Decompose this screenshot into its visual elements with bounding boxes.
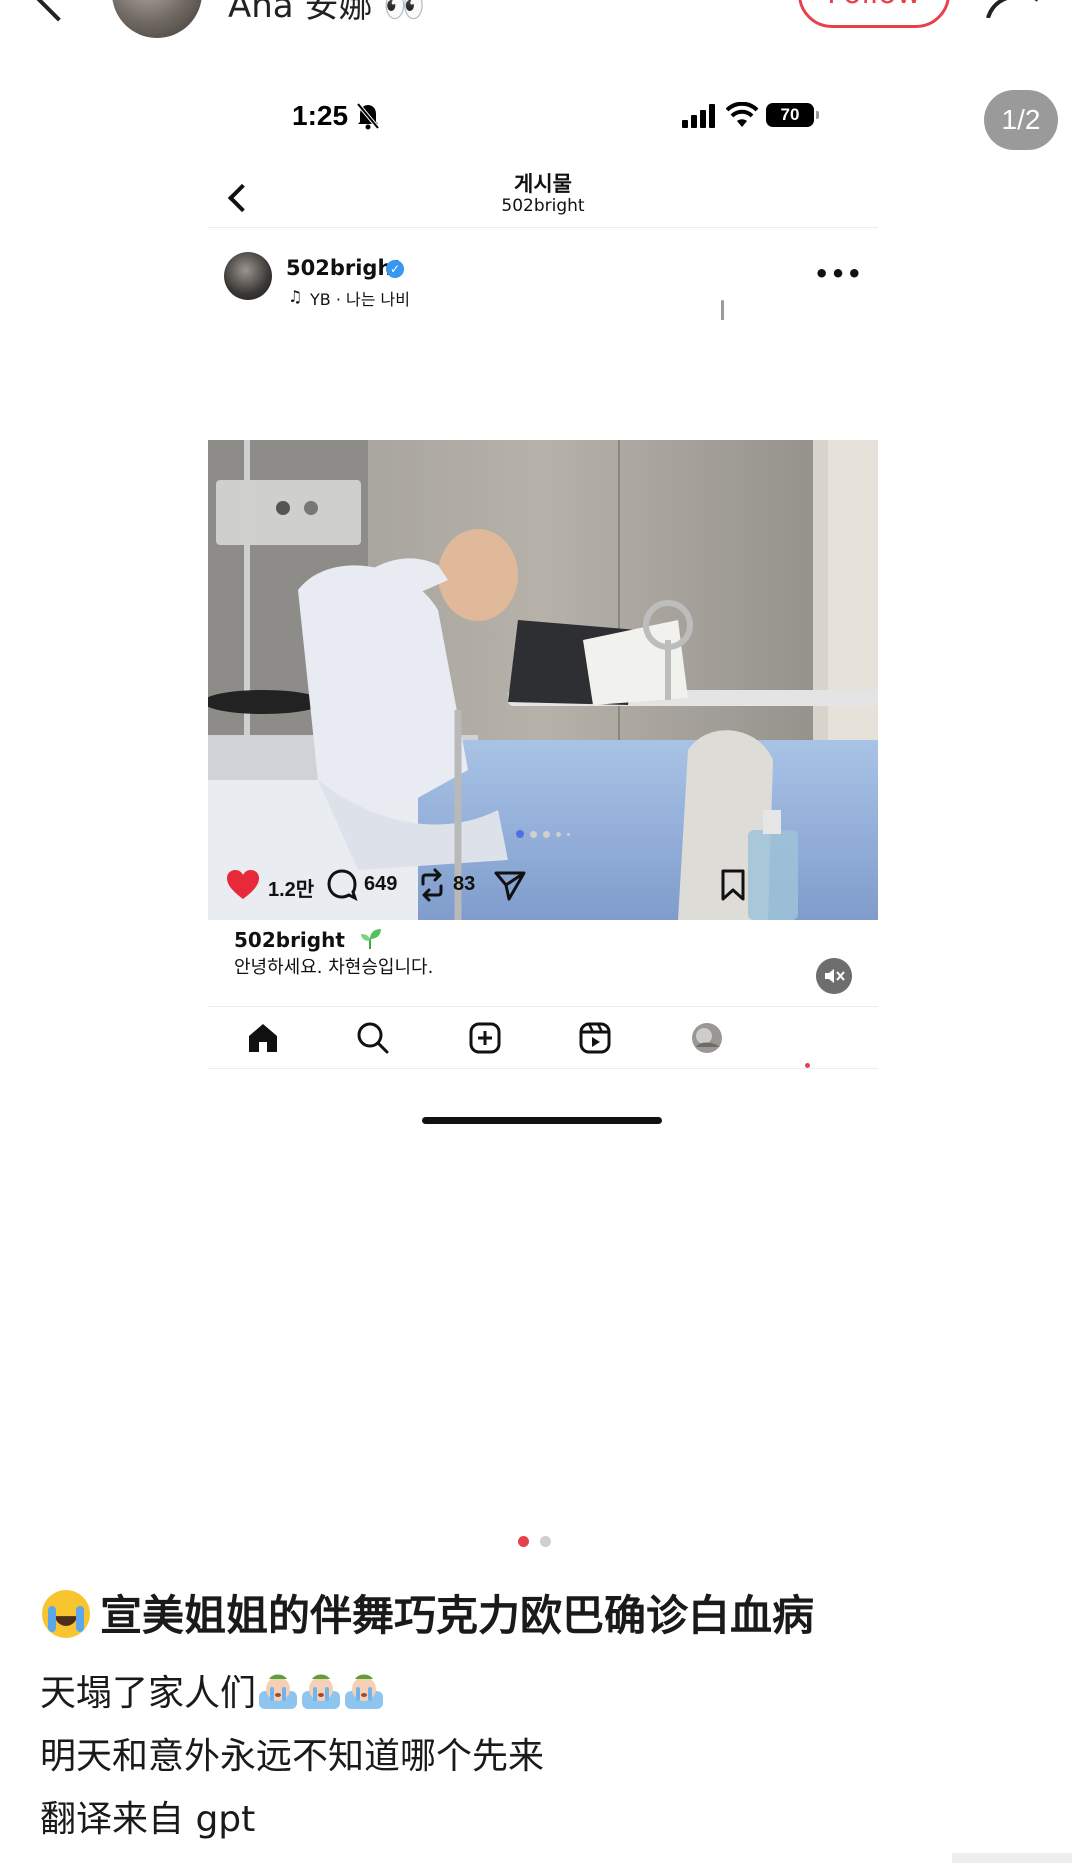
image-dot[interactable] (540, 1536, 551, 1547)
carousel-dot[interactable] (556, 831, 561, 837)
send-icon[interactable] (494, 868, 526, 902)
more-icon[interactable]: ••• (814, 260, 863, 288)
home-indicator (422, 1117, 662, 1124)
post-title: 宣美姐姐的伴舞巧克力欧巴确诊白血病 (42, 1582, 814, 1643)
caption-username[interactable]: 502bright (234, 928, 345, 952)
user-name[interactable]: Ana 安娜 👀 (228, 0, 426, 27)
home-icon[interactable] (246, 1021, 280, 1055)
post-line-3: 翻译来自 gpt (40, 1799, 256, 1840)
carousel-dot[interactable] (567, 832, 570, 836)
bookmark-icon[interactable] (720, 868, 746, 902)
post-line-2: 明天和意外永远不知道哪个先来 (40, 1736, 545, 1777)
profile-avatar-icon[interactable] (690, 1021, 724, 1055)
carousel-dot[interactable] (530, 830, 537, 838)
crying-sticker-icon (302, 1674, 341, 1709)
header-subtitle: 502bright (501, 196, 585, 216)
search-icon[interactable] (356, 1021, 390, 1055)
post-line-1-text: 天塌了家人们 (40, 1673, 257, 1714)
post-title-text: 宣美姐姐的伴舞巧克力欧巴确诊白血病 (100, 1591, 815, 1640)
header-title: 게시물 (514, 172, 572, 196)
watermark (952, 1853, 1072, 1863)
author-row: 502bright ✓ ♫ YB · 나는 나비 ••• (208, 250, 878, 320)
signal-icon (682, 104, 715, 128)
share-icon[interactable] (984, 0, 1040, 18)
sprout-icon (361, 929, 381, 949)
wifi-icon (726, 102, 758, 127)
music-note-icon: ♫ (288, 287, 303, 306)
carousel-dot-active[interactable] (516, 830, 524, 838)
mute-icon[interactable] (816, 958, 852, 994)
repost-icon[interactable] (418, 868, 446, 902)
music-label[interactable]: YB · 나는 나비 (310, 286, 410, 310)
avatar[interactable] (112, 0, 202, 38)
embedded-screenshot: 1:25 70 게시물 502bright 502bright ✓ ♫ YB ·… (208, 60, 878, 1570)
page-indicator: 1/2 (984, 90, 1058, 150)
repost-count: 83 (453, 873, 476, 895)
status-time: 1:25 (292, 100, 349, 131)
post-header: 게시물 502bright (208, 160, 878, 228)
carousel-dots (208, 830, 878, 840)
post-photo[interactable] (208, 440, 878, 920)
battery-icon: 70 (766, 103, 819, 127)
verified-icon: ✓ (386, 260, 404, 278)
like-count: 1.2만 (268, 879, 315, 901)
top-app-bar: Ana 安娜 👀 Follow (0, 0, 1080, 44)
heart-icon[interactable] (226, 868, 260, 902)
crying-sticker-icon (259, 1674, 298, 1709)
post-line-1: 天塌了家人们 (40, 1664, 385, 1716)
follow-button[interactable]: Follow (798, 0, 950, 28)
reels-icon[interactable] (578, 1021, 612, 1055)
notification-dot (805, 1063, 810, 1068)
back-chevron-icon[interactable] (32, 0, 84, 22)
comment-count: 649 (364, 873, 398, 895)
carousel-dot[interactable] (543, 830, 550, 838)
image-dot-active[interactable] (518, 1536, 529, 1547)
crying-emoji-icon (42, 1590, 90, 1638)
comment-icon[interactable] (326, 868, 358, 902)
caption-text: 안녕하세요. 차현승입니다. (234, 957, 434, 978)
action-bar: 1.2만 649 83 (208, 860, 878, 910)
author-name[interactable]: 502bright (286, 256, 402, 280)
bottom-nav (208, 1006, 878, 1086)
image-dots (518, 1536, 562, 1547)
crying-sticker-icon (345, 1674, 384, 1709)
bell-slash-icon (356, 102, 380, 130)
add-icon[interactable] (468, 1021, 502, 1055)
avatar[interactable] (224, 252, 272, 300)
